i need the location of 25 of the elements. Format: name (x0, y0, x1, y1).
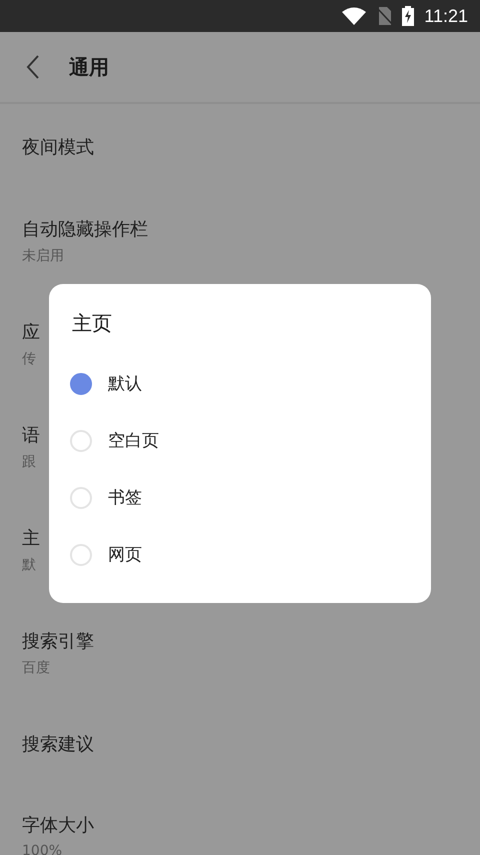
setting-value: 跟 (22, 452, 36, 470)
radio-option[interactable]: 网页 (49, 526, 431, 583)
setting-title[interactable]: 夜间模式 (22, 134, 94, 158)
radio-option[interactable]: 默认 (49, 355, 431, 412)
setting-value: 传 (22, 350, 36, 368)
no-sim-icon (376, 7, 392, 25)
setting-title[interactable]: 应 (22, 320, 40, 344)
page-title: 通用 (69, 54, 109, 80)
clock-time: 11:21 (424, 6, 468, 26)
setting-title[interactable]: 语 (22, 422, 40, 446)
radio-option[interactable]: 空白页 (49, 412, 431, 469)
radio-option[interactable]: 书签 (49, 469, 431, 526)
setting-title[interactable]: 字体大小 (22, 812, 94, 836)
setting-title[interactable]: 搜索引擎 (22, 628, 94, 652)
battery-charging-icon (402, 6, 414, 26)
setting-value: 百度 (22, 658, 50, 676)
setting-title[interactable]: 自动隐藏操作栏 (22, 216, 148, 240)
setting-value: 100% (22, 842, 62, 855)
setting-value: 默 (22, 556, 36, 574)
back-icon[interactable] (26, 55, 40, 79)
wifi-icon (342, 7, 366, 25)
setting-title[interactable]: 主 (22, 526, 40, 550)
dialog-title: 主页 (72, 310, 112, 337)
setting-title[interactable]: 搜索建议 (22, 732, 94, 756)
setting-value: 未启用 (22, 246, 64, 264)
